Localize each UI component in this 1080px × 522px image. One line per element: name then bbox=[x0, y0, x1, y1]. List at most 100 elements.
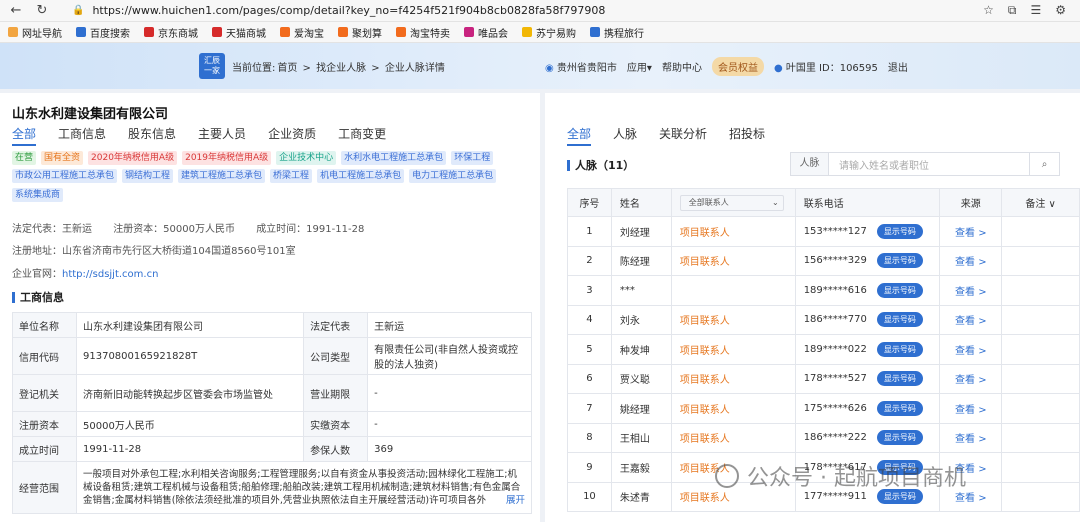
row-source: 查看 > bbox=[939, 334, 1003, 365]
tag: 2020年纳税信用A级 bbox=[88, 151, 178, 165]
view-link[interactable]: 查看 > bbox=[955, 434, 987, 445]
row-phone: 189*****022 显示号码 bbox=[794, 334, 941, 365]
contact-filter-select[interactable]: 全部联系人 ⌄ bbox=[679, 194, 784, 211]
row-name: 陈经理 bbox=[610, 245, 672, 276]
show-number-button[interactable]: 显示号码 bbox=[876, 341, 923, 357]
favorite-icon[interactable]: ☆ bbox=[983, 3, 994, 18]
bookmark-item[interactable]: 爱淘宝 bbox=[280, 25, 324, 40]
founded-date: 成立时间：1991-11-28 bbox=[256, 224, 365, 235]
show-number-button[interactable]: 显示号码 bbox=[876, 371, 923, 387]
view-link[interactable]: 查看 > bbox=[955, 346, 987, 357]
tab-qualifications[interactable]: 企业资质 bbox=[268, 125, 316, 146]
tab-contacts[interactable]: 人脉 bbox=[613, 125, 637, 146]
table-row: 5 种发坤 项目联系人 189*****022 显示号码 查看 > bbox=[567, 334, 1080, 365]
show-number-button[interactable]: 显示号码 bbox=[876, 400, 923, 416]
tag: 钢结构工程 bbox=[122, 169, 174, 183]
show-number-button[interactable]: 显示号码 bbox=[876, 312, 923, 328]
crumb-find[interactable]: 找企业人脉 bbox=[316, 63, 366, 74]
search-type[interactable]: 人脉 bbox=[791, 153, 829, 175]
row-note bbox=[1001, 393, 1080, 424]
expand-link[interactable]: 展开 bbox=[502, 494, 525, 507]
bookmark-icon bbox=[396, 27, 406, 37]
col-source: 来源 bbox=[939, 188, 1003, 217]
row-name: *** bbox=[610, 275, 672, 306]
col-filter: 全部联系人 ⌄ bbox=[670, 188, 796, 217]
row-note bbox=[1001, 422, 1080, 453]
tab-all[interactable]: 全部 bbox=[12, 125, 37, 146]
reload-icon[interactable]: ↻ bbox=[32, 1, 52, 21]
vip-benefits-button[interactable]: 会员权益 bbox=[711, 57, 764, 76]
wechat-icon bbox=[715, 464, 739, 488]
contacts-title: 人脉（11） bbox=[567, 157, 634, 173]
reg-capital: 注册资本：50000万人民币 bbox=[113, 224, 235, 235]
row-source: 查看 > bbox=[939, 245, 1003, 276]
col-no: 序号 bbox=[567, 188, 612, 217]
user-info[interactable]: ● 叶国里 ID：106595 bbox=[774, 59, 878, 74]
back-icon[interactable]: ← bbox=[6, 1, 26, 21]
row-role bbox=[670, 275, 796, 306]
tab-bidding[interactable]: 招投标 bbox=[729, 125, 765, 146]
bookmark-item[interactable]: 京东商城 bbox=[144, 25, 198, 40]
tag: 建筑工程施工总承包 bbox=[178, 169, 266, 183]
bookmark-item[interactable]: 携程旅行 bbox=[590, 25, 644, 40]
show-number-button[interactable]: 显示号码 bbox=[876, 430, 923, 446]
help-center-link[interactable]: 帮助中心 bbox=[662, 59, 702, 74]
show-number-button[interactable]: 显示号码 bbox=[876, 282, 923, 298]
company-tabs: 全部 工商信息 股东信息 主要人员 企业资质 工商变更 bbox=[12, 125, 386, 146]
view-link[interactable]: 查看 > bbox=[955, 228, 987, 239]
tag: 桥梁工程 bbox=[270, 169, 313, 183]
row-no: 7 bbox=[567, 393, 612, 424]
bookmark-item[interactable]: 聚划算 bbox=[338, 25, 382, 40]
bookmark-item[interactable]: 唯品会 bbox=[464, 25, 508, 40]
split-icon[interactable]: ⧉ bbox=[1008, 3, 1017, 18]
view-link[interactable]: 查看 > bbox=[955, 493, 987, 504]
tag-row: 在营 国有全资 2020年纳税信用A级 2019年纳税信用A级 企业技术中心 水… bbox=[12, 151, 494, 165]
bookmark-item[interactable]: 网址导航 bbox=[8, 25, 62, 40]
row-name: 王嘉毅 bbox=[610, 452, 672, 483]
row-note bbox=[1001, 245, 1080, 276]
section-title: 工商信息 bbox=[12, 289, 64, 305]
site-logo[interactable]: 汇辰 一家 bbox=[199, 53, 225, 79]
view-link[interactable]: 查看 > bbox=[955, 257, 987, 268]
tab-changes[interactable]: 工商变更 bbox=[338, 125, 386, 146]
bookmark-item[interactable]: 苏宁易购 bbox=[522, 25, 576, 40]
chevron-down-icon: ⌄ bbox=[772, 197, 779, 207]
col-note[interactable]: 备注 ∨ bbox=[1001, 188, 1080, 217]
logout-link[interactable]: 退出 bbox=[888, 59, 908, 74]
search-icon[interactable]: ⌕ bbox=[1029, 153, 1059, 175]
row-name: 刘永 bbox=[610, 304, 672, 335]
apps-menu[interactable]: 应用▾ bbox=[627, 59, 652, 74]
tag: 市政公用工程施工总承包 bbox=[12, 169, 118, 183]
crumb-home[interactable]: 首页 bbox=[277, 63, 297, 74]
row-phone: 175*****626 显示号码 bbox=[794, 393, 941, 424]
view-link[interactable]: 查看 > bbox=[955, 405, 987, 416]
view-link[interactable]: 查看 > bbox=[955, 375, 987, 386]
row-source: 查看 > bbox=[939, 304, 1003, 335]
row-no: 6 bbox=[567, 363, 612, 394]
show-number-button[interactable]: 显示号码 bbox=[876, 223, 923, 239]
search-input[interactable]: 请输入姓名或者职位 bbox=[829, 157, 1029, 172]
show-number-button[interactable]: 显示号码 bbox=[876, 253, 923, 269]
row-note bbox=[1001, 452, 1080, 483]
tab-all-contacts[interactable]: 全部 bbox=[567, 125, 592, 146]
bookmark-icon bbox=[144, 27, 154, 37]
basic-info: 法定代表：王新运 注册资本：50000万人民币 成立时间：1991-11-28 bbox=[12, 220, 382, 235]
website-link[interactable]: http://sdsjjt.com.cn bbox=[62, 269, 158, 280]
table-row: 2 陈经理 项目联系人 156*****329 显示号码 查看 > bbox=[567, 245, 1080, 276]
location-selector[interactable]: ◉ 贵州省贵阳市 bbox=[545, 59, 617, 74]
view-link[interactable]: 查看 > bbox=[955, 287, 987, 298]
extensions-icon[interactable]: ⚙ bbox=[1055, 3, 1066, 18]
url-field[interactable]: 🔒 https://www.huichen1.com/pages/comp/de… bbox=[72, 2, 952, 20]
bookmark-item[interactable]: 天猫商城 bbox=[212, 25, 266, 40]
view-link[interactable]: 查看 > bbox=[955, 316, 987, 327]
bookmark-item[interactable]: 百度搜索 bbox=[76, 25, 130, 40]
tag: 机电工程施工总承包 bbox=[317, 169, 405, 183]
bookmark-item[interactable]: 淘宝特卖 bbox=[396, 25, 450, 40]
tab-shareholders[interactable]: 股东信息 bbox=[128, 125, 176, 146]
collections-icon[interactable]: ☰ bbox=[1030, 3, 1041, 18]
bookmarks-bar: 网址导航 百度搜索 京东商城 天猫商城 爱淘宝 聚划算 淘宝特卖 唯品会 苏宁易… bbox=[0, 22, 1080, 43]
tab-business-info[interactable]: 工商信息 bbox=[58, 125, 106, 146]
tab-key-people[interactable]: 主要人员 bbox=[198, 125, 246, 146]
tab-relations[interactable]: 关联分析 bbox=[659, 125, 707, 146]
row-source: 查看 > bbox=[939, 363, 1003, 394]
